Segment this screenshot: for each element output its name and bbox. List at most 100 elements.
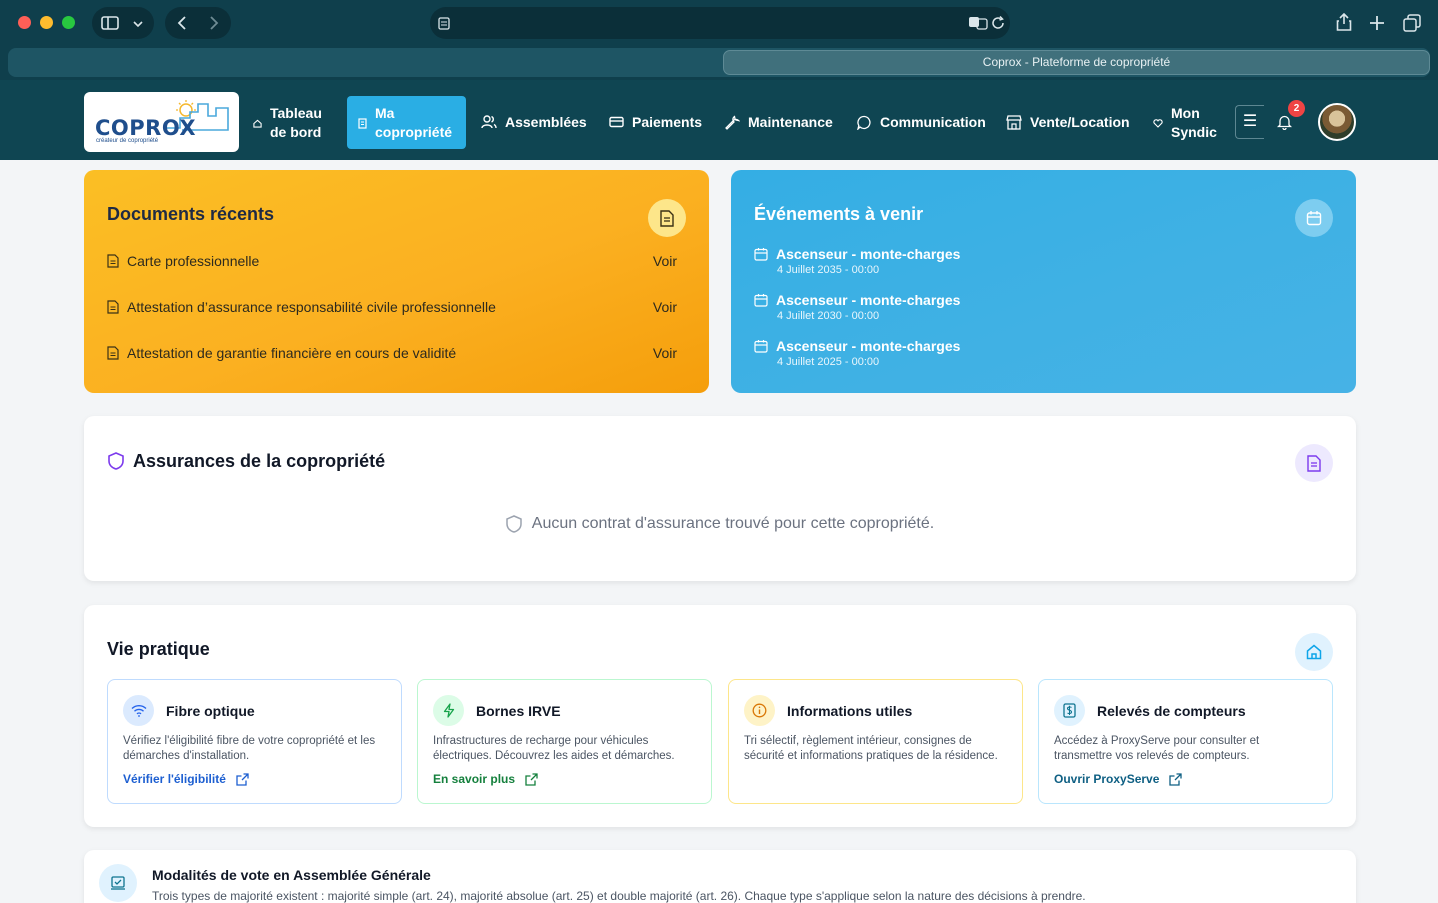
compteurs-title: Relevés de compteurs bbox=[1097, 703, 1246, 719]
share-icon[interactable] bbox=[1336, 13, 1352, 31]
nav-ma-copropriete[interactable]: Ma copropriété bbox=[347, 96, 466, 149]
address-bar[interactable] bbox=[430, 7, 1010, 39]
wifi-icon bbox=[123, 695, 154, 726]
chevron-down-icon bbox=[133, 21, 143, 28]
upcoming-events-card: Événements à venir Ascenseur - monte-cha… bbox=[731, 170, 1356, 393]
external-link-icon bbox=[1169, 772, 1183, 786]
nav-vente-location[interactable]: Vente/Location bbox=[1006, 114, 1130, 130]
insurance-title: Assurances de la copropriété bbox=[133, 451, 386, 471]
wrench-icon bbox=[725, 114, 740, 130]
insurance-card: Assurances de la copropriété Aucun contr… bbox=[84, 416, 1356, 581]
hamburger-icon: ☰ bbox=[1242, 113, 1258, 130]
home-outline-icon bbox=[1295, 633, 1333, 671]
insurance-document-icon[interactable] bbox=[1295, 444, 1333, 482]
nav-paiements[interactable]: Paiements bbox=[609, 114, 702, 130]
event-date: 4 Juillet 2035 - 00:00 bbox=[777, 264, 880, 276]
minimize-window-button[interactable] bbox=[40, 16, 53, 29]
link-label: Ouvrir ProxyServe bbox=[1054, 772, 1160, 786]
view-document-link[interactable]: Voir bbox=[653, 299, 677, 315]
vote-modalities-card: Modalités de vote en Assemblée Générale … bbox=[84, 850, 1356, 903]
document-row[interactable]: Attestation de garantie financière en co… bbox=[107, 345, 677, 361]
store-icon bbox=[1006, 114, 1022, 130]
page-menu-icon[interactable] bbox=[438, 17, 450, 30]
menu-button[interactable]: ☰ bbox=[1235, 105, 1264, 139]
compteurs-description: Accédez à ProxyServe pour consulter et t… bbox=[1054, 735, 1260, 762]
verify-eligibility-link[interactable]: Vérifier l'éligibilité bbox=[123, 772, 249, 786]
nav-label: Mon bbox=[1171, 105, 1200, 121]
event-title: Ascenseur - monte-charges bbox=[776, 246, 961, 262]
fibre-title: Fibre optique bbox=[166, 703, 255, 719]
back-arrow-icon[interactable] bbox=[177, 16, 187, 30]
document-row[interactable]: Carte professionnelle Voir bbox=[107, 253, 677, 269]
meter-receipt-icon bbox=[1054, 695, 1085, 726]
event-item[interactable]: Ascenseur - monte-charges 4 Juillet 2030… bbox=[754, 292, 960, 322]
nav-label: Syndic bbox=[1171, 124, 1217, 140]
calendar-small-icon bbox=[754, 248, 768, 261]
bornes-irve-card[interactable]: Bornes IRVE Infrastructures de recharge … bbox=[417, 679, 712, 804]
home-icon bbox=[253, 119, 262, 128]
informations-utiles-card[interactable]: Informations utiles Tri sélectif, règlem… bbox=[728, 679, 1023, 804]
translate-icon[interactable] bbox=[968, 16, 988, 30]
nav-label: de bord bbox=[270, 124, 322, 140]
learn-more-link[interactable]: En savoir plus bbox=[433, 772, 538, 786]
document-row[interactable]: Attestation d’assurance responsabilité c… bbox=[107, 299, 677, 315]
event-title: Ascenseur - monte-charges bbox=[776, 292, 961, 308]
forward-arrow-icon[interactable] bbox=[209, 16, 219, 30]
nav-assemblees[interactable]: Assemblées bbox=[481, 114, 587, 130]
lightning-icon bbox=[433, 695, 464, 726]
sidebar-toggle-button[interactable] bbox=[92, 7, 154, 39]
releves-compteurs-card[interactable]: Relevés de compteurs Accédez à ProxyServ… bbox=[1038, 679, 1333, 804]
new-tab-icon[interactable] bbox=[1369, 15, 1385, 31]
bell-icon[interactable] bbox=[1277, 114, 1292, 130]
vie-pratique-card: Vie pratique Fibre optique Vérifiez l'él… bbox=[84, 605, 1356, 827]
insurance-empty-text: Aucun contrat d'assurance trouvé pour ce… bbox=[531, 515, 935, 532]
nav-label: Maintenance bbox=[748, 114, 833, 130]
heart-icon bbox=[1153, 118, 1163, 128]
tab-bar: Coprox - Plateforme de copropriété bbox=[8, 48, 1430, 77]
shield-icon bbox=[108, 452, 124, 470]
avatar[interactable] bbox=[1318, 103, 1356, 141]
file-icon bbox=[107, 254, 119, 268]
event-date: 4 Juillet 2030 - 00:00 bbox=[777, 310, 880, 322]
nav-label: Ma bbox=[375, 105, 395, 121]
calendar-small-icon bbox=[754, 294, 768, 307]
notification-badge: 2 bbox=[1288, 100, 1305, 117]
link-label: En savoir plus bbox=[433, 772, 516, 786]
calendar-small-icon bbox=[754, 340, 768, 353]
nav-label: Vente/Location bbox=[1030, 114, 1130, 130]
zoom-window-button[interactable] bbox=[62, 16, 75, 29]
reload-icon[interactable] bbox=[991, 16, 1005, 30]
nav-communication[interactable]: Communication bbox=[857, 114, 986, 130]
building-icon bbox=[358, 117, 367, 129]
nav-tableau-de-bord[interactable]: Tableau de bord bbox=[253, 104, 322, 142]
browser-tab-active[interactable]: Coprox - Plateforme de copropriété bbox=[723, 50, 1430, 75]
document-label: Carte professionnelle bbox=[127, 253, 260, 269]
irve-description: Infrastructures de recharge pour véhicul… bbox=[433, 735, 675, 762]
logo-tagline: créateur de copropriété bbox=[96, 138, 159, 144]
insurance-empty-state: Aucun contrat d'assurance trouvé pour ce… bbox=[84, 515, 1356, 533]
nav-maintenance[interactable]: Maintenance bbox=[725, 114, 833, 130]
nav-label: Tableau bbox=[270, 105, 322, 121]
fibre-description: Vérifiez l'éligibilité fibre de votre co… bbox=[123, 735, 376, 762]
view-document-link[interactable]: Voir bbox=[653, 253, 677, 269]
nav-mon-syndic[interactable]: Mon Syndic bbox=[1153, 104, 1217, 142]
logo[interactable]: COPROX créateur de copropriété bbox=[84, 92, 239, 152]
external-link-icon bbox=[525, 772, 538, 786]
view-document-link[interactable]: Voir bbox=[653, 345, 677, 361]
file-icon bbox=[107, 300, 119, 314]
nav-label: Paiements bbox=[632, 114, 703, 130]
recent-documents-card: Documents récents Carte professionnelle … bbox=[84, 170, 709, 393]
close-window-button[interactable] bbox=[18, 16, 31, 29]
nav-label: copropriété bbox=[375, 124, 453, 140]
fibre-optique-card[interactable]: Fibre optique Vérifiez l'éligibilité fib… bbox=[107, 679, 402, 804]
event-item[interactable]: Ascenseur - monte-charges 4 Juillet 2025… bbox=[754, 338, 960, 368]
link-label: Vérifier l'éligibilité bbox=[123, 772, 226, 786]
sidebar-icon bbox=[101, 16, 119, 30]
infos-title: Informations utiles bbox=[787, 703, 913, 719]
event-date: 4 Juillet 2025 - 00:00 bbox=[777, 356, 880, 368]
event-item[interactable]: Ascenseur - monte-charges 4 Juillet 2035… bbox=[754, 246, 960, 276]
users-icon bbox=[481, 115, 497, 129]
open-proxyserve-link[interactable]: Ouvrir ProxyServe bbox=[1054, 772, 1183, 786]
tab-overview-icon[interactable] bbox=[1403, 14, 1421, 32]
document-icon bbox=[648, 199, 686, 237]
